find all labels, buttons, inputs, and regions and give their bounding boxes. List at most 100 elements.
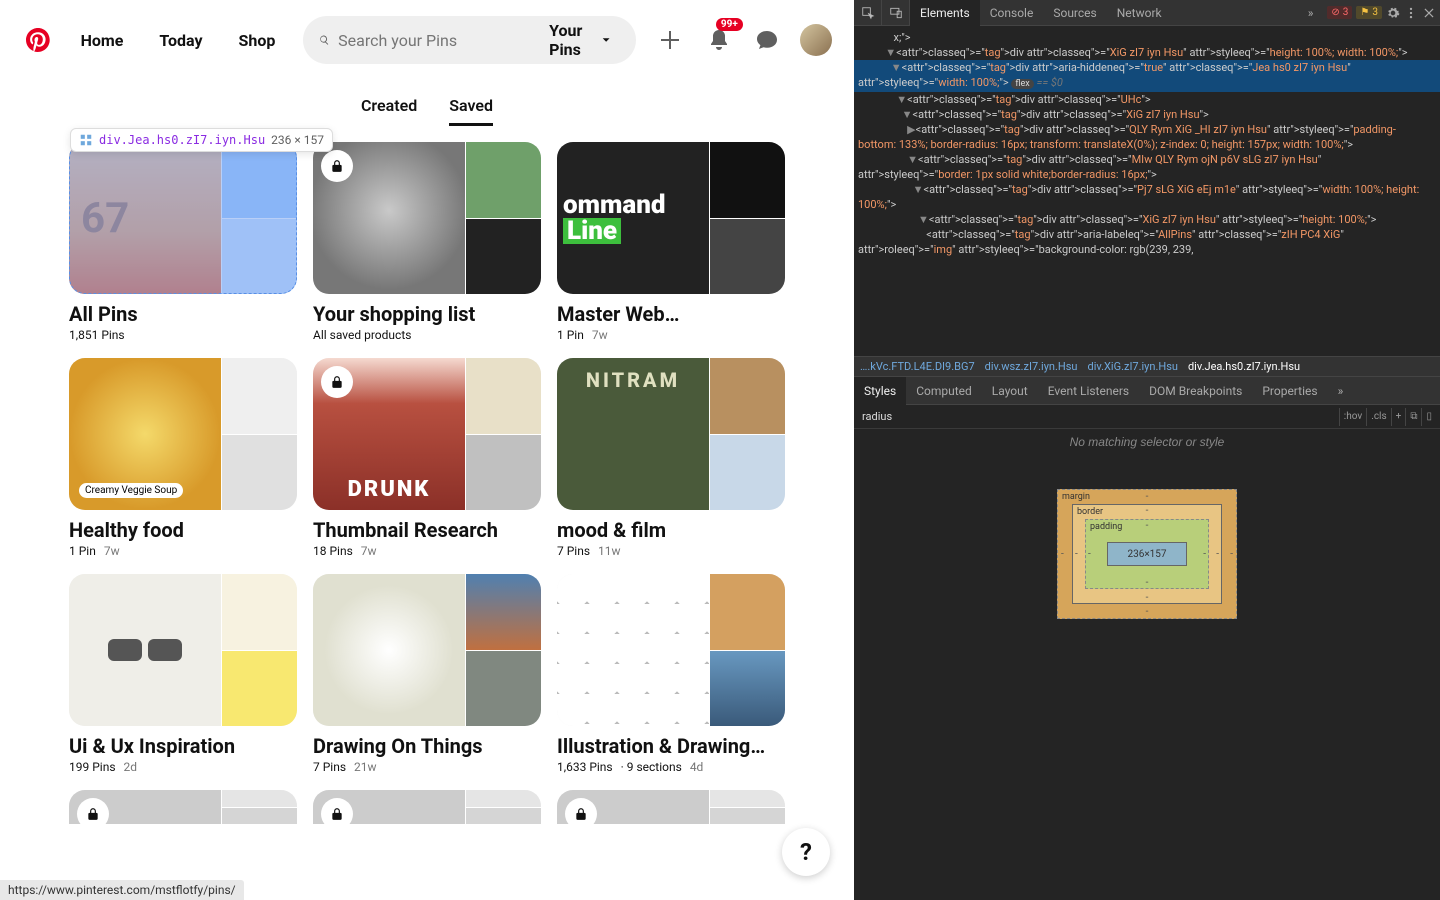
board-title: Healthy food [69, 518, 297, 542]
no-match-message: No matching selector or style [854, 429, 1440, 449]
devtools-tab-elements[interactable]: Elements [910, 0, 980, 26]
board-thumb[interactable]: DRUNKThumbnail Research18 Pins7w [313, 358, 541, 558]
styles-tab-properties[interactable]: Properties [1252, 377, 1327, 405]
profile-avatar[interactable] [793, 16, 838, 64]
sidebar-toggle-icon[interactable]: ▯ [1421, 408, 1436, 426]
status-bar-url: https://www.pinterest.com/mstflotfy/pins… [0, 880, 244, 900]
inspect-tooltip: div.Jea.hs0.zI7.iyn.Hsu 236 × 157 [70, 128, 333, 152]
board-meta: All saved products [313, 328, 541, 342]
board-illus[interactable]: Illustration & Drawing… 1,633 Pins· 9 sec… [557, 574, 785, 774]
search-bar[interactable]: Your Pins [303, 16, 635, 64]
close-icon[interactable] [1422, 6, 1436, 20]
computed-icon[interactable]: ⧉ [1405, 408, 1421, 426]
dom-line[interactable]: ▼<attr">classeq">="tag">div attr">classe… [854, 107, 1440, 122]
your-pins-label: Your Pins [549, 21, 593, 59]
crumb[interactable]: div.Jea.hs0.zI7.iyn.Hsu [1188, 360, 1300, 373]
search-input[interactable] [338, 31, 541, 50]
dom-line[interactable]: ▶<attr">classeq">="tag">div attr">classe… [854, 122, 1440, 152]
breadcrumb[interactable]: ….kVc.FTD.L4E.DI9.BG7 div.wsz.zI7.iyn.Hsu… [854, 356, 1440, 377]
board-cover: NITRAM [557, 358, 785, 510]
boards-grid: 67All Pins1,851 Pins Your shopping list Al… [0, 142, 854, 844]
content-size: 236×157 [1107, 542, 1187, 566]
devtools-panel: ElementsConsoleSourcesNetwork » ⊘3 ⚑3 x;… [854, 0, 1440, 900]
cls-toggle[interactable]: .cls [1366, 408, 1390, 426]
board-web[interactable]: ommandLineMaster Web…1 Pin7w [557, 142, 785, 342]
pinterest-logo[interactable] [16, 16, 61, 64]
nav-shop[interactable]: Shop [223, 19, 292, 62]
styles-more-tabs[interactable]: » [1328, 377, 1354, 405]
gear-icon[interactable] [1386, 6, 1400, 20]
dom-line[interactable]: ▼<attr">classeq">="tag">div attr">classe… [854, 45, 1440, 60]
chevron-down-icon [601, 32, 611, 48]
dom-line[interactable]: ▼<attr">classeq">="tag">div attr">aria-h… [854, 60, 1440, 92]
search-icon [319, 32, 330, 48]
board-cover: ommandLine [557, 142, 785, 294]
board-draw[interactable]: Drawing On Things 7 Pins21w [313, 574, 541, 774]
dom-line[interactable]: ▼<attr">classeq">="tag">div attr">classe… [854, 152, 1440, 182]
dom-tree[interactable]: x;"> ▼<attr">classeq">="tag">div attr">c… [854, 26, 1440, 356]
tab-saved[interactable]: Saved [449, 88, 493, 126]
help-button[interactable]: ? [782, 828, 830, 876]
board-shop[interactable]: Your shopping list All saved products [313, 142, 541, 342]
crumb[interactable]: div.wsz.zI7.iyn.Hsu [985, 360, 1078, 373]
grid-icon [79, 133, 93, 147]
tab-created[interactable]: Created [361, 88, 417, 126]
board-peek[interactable] [313, 790, 541, 824]
dom-line[interactable]: ▼<attr">classeq">="tag">div attr">classe… [854, 182, 1440, 212]
board-cover: 67 [69, 142, 297, 294]
crumb[interactable]: div.XiG.zI7.iyn.Hsu [1087, 360, 1177, 373]
styles-tab-computed[interactable]: Computed [906, 377, 982, 405]
lock-icon [321, 366, 353, 398]
board-peek[interactable] [69, 790, 297, 824]
board-mood[interactable]: NITRAMmood & film7 Pins11w [557, 358, 785, 558]
board-meta: 1 Pin7w [69, 544, 297, 558]
dom-line[interactable]: ▼<attr">classeq">="tag">div attr">classe… [854, 212, 1440, 227]
board-title: Drawing On Things [313, 734, 541, 758]
devtools-more-tabs[interactable]: » [1298, 6, 1324, 20]
styles-filter-input[interactable] [858, 408, 1339, 425]
warning-count[interactable]: ⚑3 [1356, 6, 1382, 19]
crumb[interactable]: ….kVc.FTD.L4E.DI9.BG7 [860, 360, 975, 373]
your-pins-dropdown[interactable]: Your Pins [549, 21, 620, 59]
board-allpins[interactable]: 67All Pins1,851 Pins [69, 142, 297, 342]
devtools-tab-network[interactable]: Network [1107, 0, 1172, 26]
board-peek[interactable] [557, 790, 785, 824]
devtools-status: ⊘3 ⚑3 [1323, 6, 1440, 20]
inspect-element-icon[interactable] [854, 0, 882, 26]
margin-label: margin [1062, 492, 1090, 502]
padding-label: padding [1090, 522, 1122, 532]
styles-tab-styles[interactable]: Styles [854, 377, 906, 405]
board-meta: 7 Pins21w [313, 760, 541, 774]
board-cover: DRUNK [313, 358, 541, 510]
styles-tab-event-listeners[interactable]: Event Listeners [1038, 377, 1139, 405]
kebab-icon[interactable] [1404, 6, 1418, 20]
board-cover [557, 574, 785, 726]
notifications-button[interactable]: 99+ [696, 16, 741, 64]
styles-tab-dom-breakpoints[interactable]: DOM Breakpoints [1139, 377, 1252, 405]
new-rule-icon[interactable]: + [1391, 408, 1406, 426]
nav-home[interactable]: Home [65, 19, 140, 62]
dom-line[interactable]: x;"> [854, 30, 1440, 45]
dom-line[interactable]: ▼<attr">classeq">="tag">div attr">classe… [854, 92, 1440, 107]
board-food[interactable]: Healthy food 1 Pin7w [69, 358, 297, 558]
error-count[interactable]: ⊘3 [1327, 6, 1352, 19]
board-title: Illustration & Drawing… [557, 734, 785, 758]
hov-toggle[interactable]: :hov [1339, 408, 1366, 426]
styles-tab-layout[interactable]: Layout [982, 377, 1038, 405]
board-meta: 1,633 Pins· 9 sections4d [557, 760, 785, 774]
lock-icon [565, 798, 597, 824]
devtools-toolbar: ElementsConsoleSourcesNetwork » ⊘3 ⚑3 [854, 0, 1440, 26]
device-toolbar-icon[interactable] [882, 0, 910, 26]
add-button[interactable] [648, 16, 693, 64]
board-title: Your shopping list [313, 302, 541, 326]
messages-button[interactable] [745, 16, 790, 64]
board-meta: 1 Pin7w [557, 328, 785, 342]
nav-today[interactable]: Today [143, 19, 218, 62]
devtools-tab-sources[interactable]: Sources [1043, 0, 1106, 26]
board-ui[interactable]: Ui & Ux Inspiration199 Pins2d [69, 574, 297, 774]
devtools-tab-console[interactable]: Console [980, 0, 1044, 26]
dom-line[interactable]: <attr">classeq">="tag">div attr">aria-la… [854, 227, 1440, 257]
styles-tabs: StylesComputedLayoutEvent ListenersDOM B… [854, 377, 1440, 405]
board-meta: 18 Pins7w [313, 544, 541, 558]
lock-icon [77, 798, 109, 824]
